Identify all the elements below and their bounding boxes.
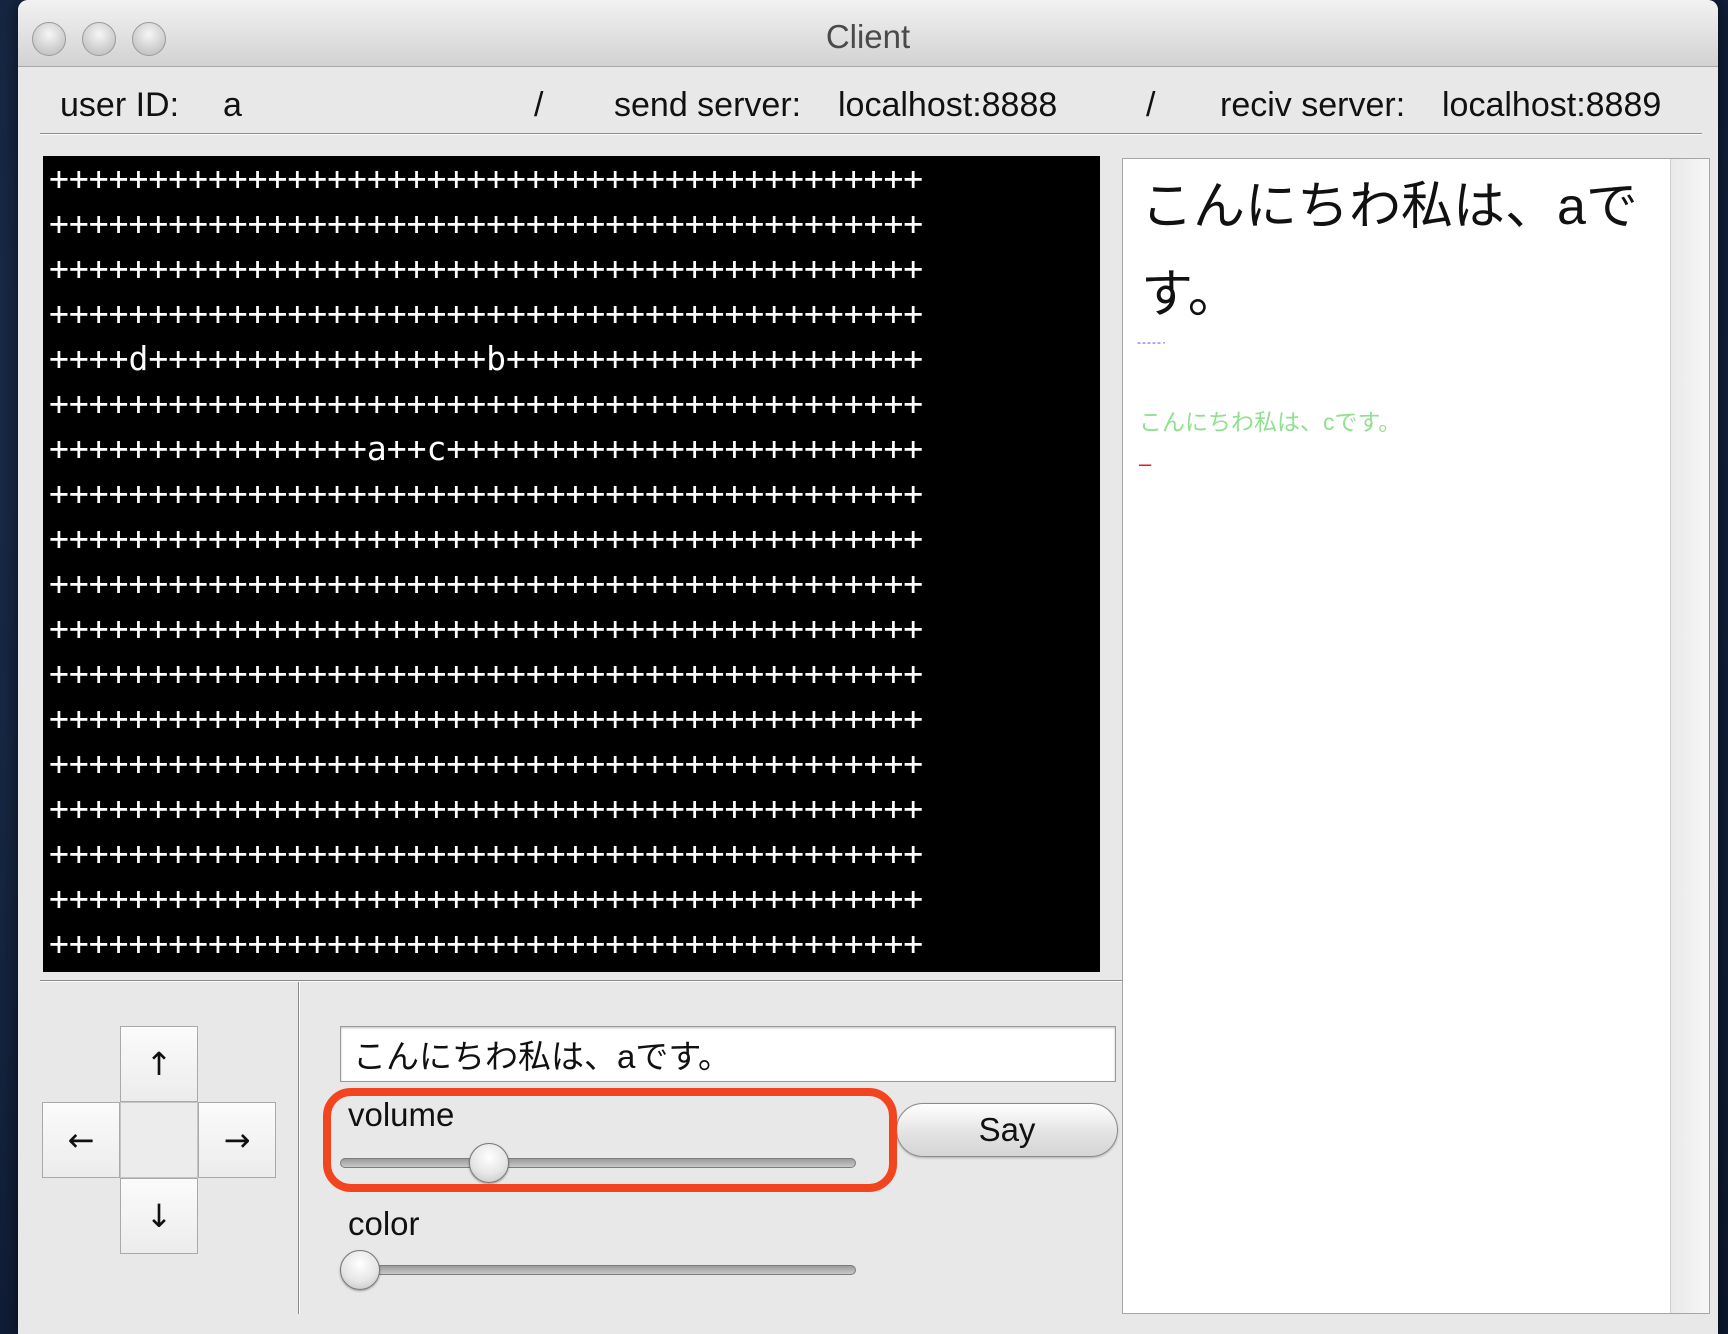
grid-row: ++++++++++++++++++++++++++++++++++++++++… [49, 384, 924, 423]
send-server-value: localhost:8888 [838, 86, 1058, 124]
grid-row: ++++++++++++++++++++++++++++++++++++++++… [49, 519, 924, 558]
user-id-value: a [223, 86, 242, 124]
grid-row: ++++++++++++++++++++++++++++++++++++++++… [49, 294, 924, 333]
grid-row: ++++++++++++++++++++++++++++++++++++++++… [49, 879, 924, 918]
vertical-divider [298, 982, 300, 1314]
volume-highlight-annotation [323, 1088, 897, 1192]
move-right-button[interactable]: → [198, 1102, 276, 1178]
chat-message-large: こんにちわ私は、aです。 [1141, 178, 1638, 324]
grid-row: ++++++++++++++++++++++++++++++++++++++++… [49, 699, 924, 738]
recv-server-label: reciv server: [1220, 86, 1406, 124]
color-label: color [348, 1205, 420, 1242]
connection-info-bar: user ID: a / send server: localhost:8888… [18, 68, 1718, 134]
game-grid[interactable]: ++++++++++++++++++++++++++++++++++++++++… [43, 156, 1100, 972]
grid-row: ++++++++++++++++++++++++++++++++++++++++… [49, 564, 924, 603]
color-slider[interactable] [340, 1250, 856, 1290]
chat-message-green: こんにちわ私は、cです。 [1139, 409, 1402, 435]
grid-row: ++++++++++++++++a++c++++++++++++++++++++… [49, 429, 924, 468]
dpad-center [120, 1102, 198, 1178]
say-button[interactable]: Say [896, 1103, 1118, 1157]
chat-message-red: – [1139, 451, 1152, 476]
grid-row: ++++++++++++++++++++++++++++++++++++++++… [49, 654, 924, 693]
send-server-label: send server: [614, 86, 802, 124]
move-up-button[interactable]: ↑ [120, 1026, 198, 1102]
user-id-label: user ID: [60, 86, 180, 124]
client-window: Client user ID: a / send server: localho… [18, 0, 1718, 1334]
grid-row: ++++++++++++++++++++++++++++++++++++++++… [49, 744, 924, 783]
grid-row: ++++d+++++++++++++++++b+++++++++++++++++… [49, 339, 924, 378]
grid-row: ++++++++++++++++++++++++++++++++++++++++… [49, 474, 924, 513]
move-left-button[interactable]: ← [42, 1102, 120, 1178]
grid-row: ++++++++++++++++++++++++++++++++++++++++… [49, 159, 924, 198]
info-separator-2: / [1146, 86, 1156, 124]
recv-server-value: localhost:8889 [1442, 86, 1662, 124]
horizontal-divider [40, 980, 1122, 982]
info-divider [40, 133, 1702, 135]
move-down-button[interactable]: ↓ [120, 1178, 198, 1254]
info-separator: / [534, 86, 544, 124]
window-title: Client [825, 18, 911, 55]
color-slider-knob[interactable] [340, 1250, 380, 1290]
title-bar[interactable]: Client [18, 0, 1718, 67]
chat-message-dashes: -----· [1137, 335, 1167, 349]
grid-row: ++++++++++++++++++++++++++++++++++++++++… [49, 924, 924, 963]
grid-row: ++++++++++++++++++++++++++++++++++++++++… [49, 834, 924, 873]
chat-scrollbar[interactable] [1670, 159, 1709, 1313]
grid-row: ++++++++++++++++++++++++++++++++++++++++… [49, 789, 924, 828]
color-slider-track[interactable] [340, 1265, 856, 1275]
grid-row: ++++++++++++++++++++++++++++++++++++++++… [49, 609, 924, 648]
grid-row: ++++++++++++++++++++++++++++++++++++++++… [49, 204, 924, 243]
grid-row: ++++++++++++++++++++++++++++++++++++++++… [49, 249, 924, 288]
message-input[interactable] [340, 1026, 1116, 1082]
chat-log: こんにちわ私は、aです。 -----· こんにちわ私は、cです。 – [1122, 158, 1710, 1314]
